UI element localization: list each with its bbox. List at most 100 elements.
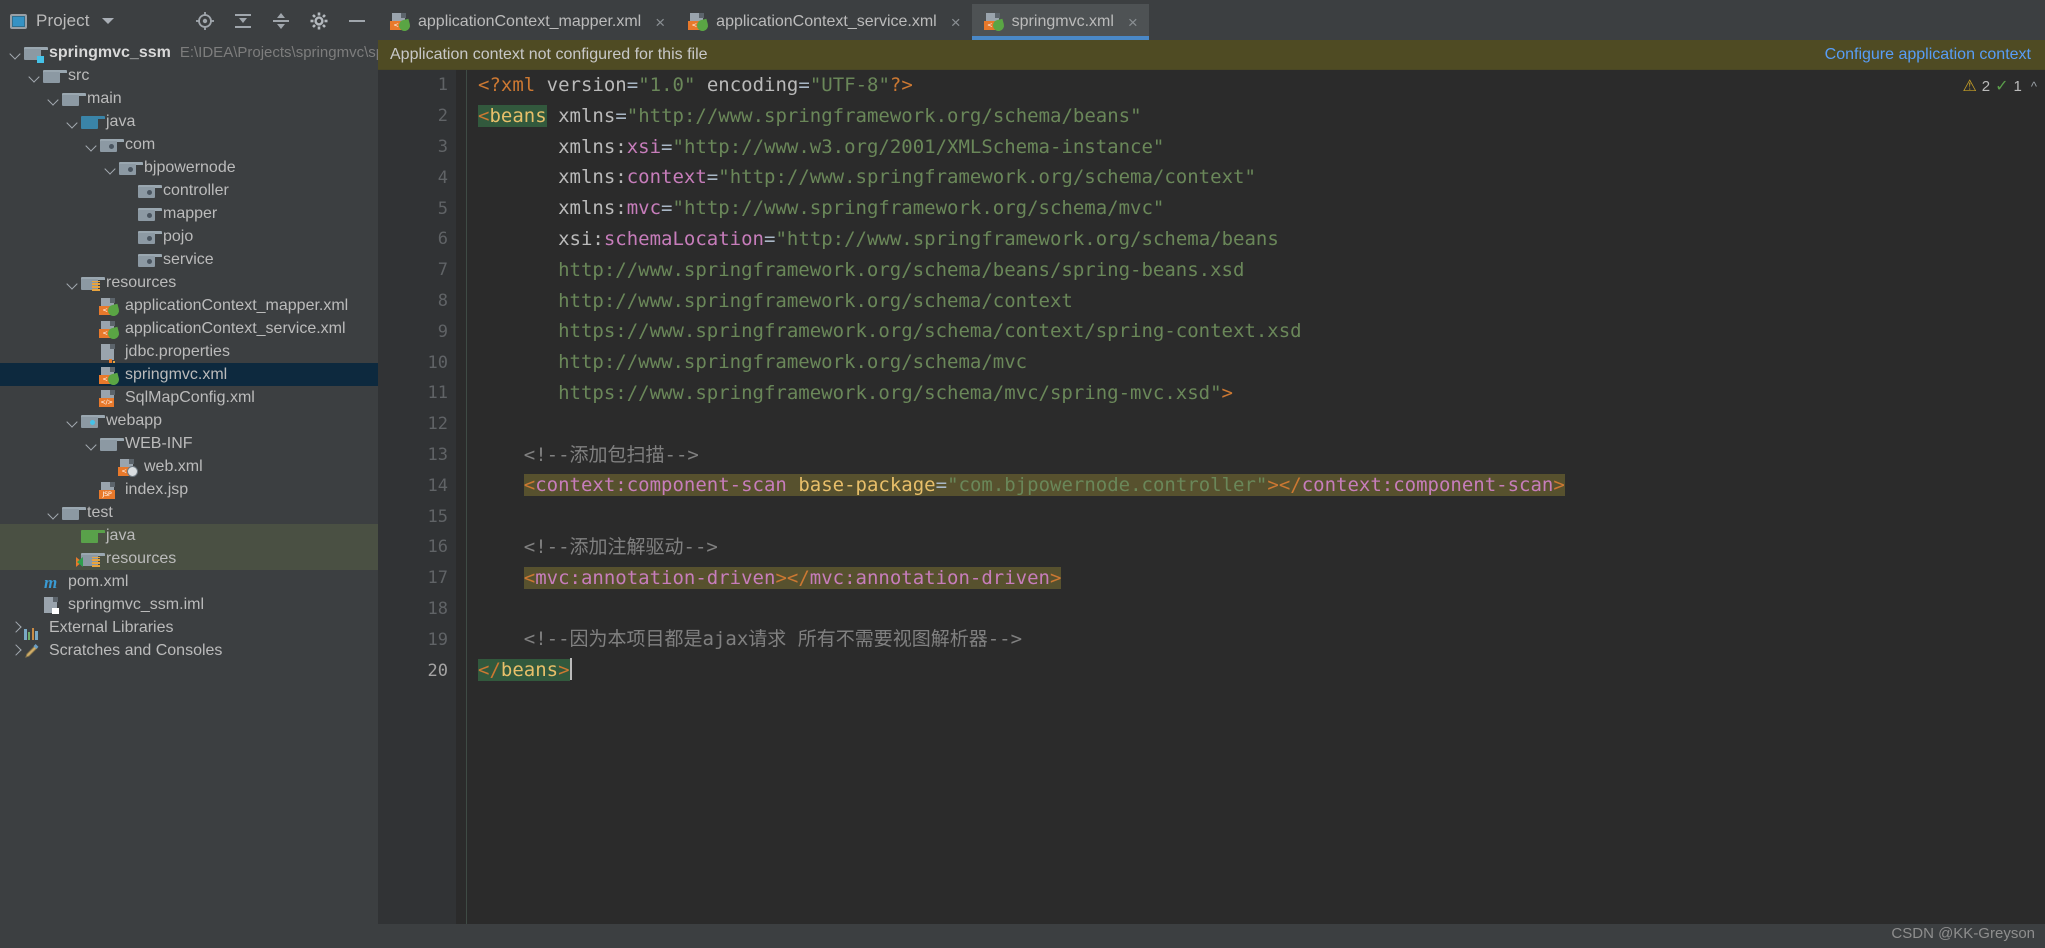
chevron-down-icon[interactable] [46, 501, 61, 524]
tree-item-applicationcontext-service-xml[interactable]: < applicationContext_service.xml [0, 317, 378, 340]
editor-tab-springmvc[interactable]: < springmvc.xml × [971, 4, 1150, 40]
chevron-down-icon[interactable] [103, 156, 118, 179]
editor-tab-applicationcontext_service[interactable]: < applicationContext_service.xml × [676, 4, 971, 40]
hide-panel-icon[interactable] [346, 10, 368, 32]
tree-item-pom-xml[interactable]: m pom.xml [0, 570, 378, 593]
close-icon[interactable]: × [951, 14, 961, 31]
main-body: Project springmvc_ssm E:\IDEA\Projects\s… [0, 4, 2045, 948]
project-tree[interactable]: springmvc_ssm E:\IDEA\Projects\springmvc\… [0, 38, 378, 948]
tree-item-springmvc-ssm-iml[interactable]: springmvc_ssm.iml [0, 593, 378, 616]
close-icon[interactable]: × [1128, 14, 1138, 31]
tree-item-service[interactable]: service [0, 248, 378, 271]
tree-item-resources[interactable]: resources [0, 547, 378, 570]
tree-item-applicationcontext-mapper-xml[interactable]: < applicationContext_mapper.xml [0, 294, 378, 317]
tree-item-web-xml[interactable]: < web.xml [0, 455, 378, 478]
chevron-down-icon[interactable] [65, 409, 80, 432]
close-icon[interactable]: × [655, 14, 665, 31]
configure-application-context-link[interactable]: Configure application context [1825, 46, 2031, 64]
line-number-10[interactable]: 10 [378, 347, 456, 378]
line-number-14[interactable]: 14 [378, 470, 456, 501]
tree-item-external-libraries[interactable]: External Libraries [0, 616, 378, 640]
module-folder-icon [24, 46, 48, 63]
line-number-13[interactable]: 13 [378, 440, 456, 471]
line-number-15[interactable]: 15 [378, 501, 456, 532]
indent-guide [466, 70, 467, 924]
line-number-17[interactable]: 17 [378, 563, 456, 594]
editor-tab-applicationcontext_mapper[interactable]: < applicationContext_mapper.xml × [378, 4, 676, 40]
line-number-6[interactable]: 6 [378, 224, 456, 255]
tree-item-java[interactable]: java [0, 524, 378, 547]
line-number-3[interactable]: 3 [378, 132, 456, 163]
project-panel-header: Project [0, 4, 378, 38]
tree-item-main[interactable]: main [0, 87, 378, 110]
chevron-down-icon[interactable] [8, 41, 23, 64]
code-content[interactable]: <?xml version="1.0" encoding="UTF-8"?> <… [456, 70, 2045, 924]
tree-item-springmvc-ssm[interactable]: springmvc_ssm E:\IDEA\Projects\springmvc\… [0, 41, 378, 64]
line-number-7[interactable]: 7 [378, 255, 456, 286]
tree-item-pojo[interactable]: pojo [0, 225, 378, 248]
line-number-18[interactable]: 18 [378, 594, 456, 625]
spring-xml-icon: < [688, 13, 710, 33]
tree-item-controller[interactable]: controller [0, 179, 378, 202]
chevron-right-icon[interactable] [8, 639, 23, 662]
chevron-down-icon[interactable] [65, 271, 80, 294]
locate-icon[interactable] [194, 10, 216, 32]
line-number-1[interactable]: 1 [378, 70, 456, 101]
line-number-2[interactable]: 2 [378, 101, 456, 132]
tree-item-jdbc-properties[interactable]: jdbc.properties [0, 340, 378, 368]
chevron-down-icon[interactable] [84, 432, 99, 455]
maven-pom-icon: m [44, 572, 58, 592]
tree-item-index-jsp[interactable]: JSP index.jsp [0, 478, 378, 501]
chevron-down-icon[interactable] [101, 18, 114, 24]
line-number-11[interactable]: 11 [378, 378, 456, 409]
tree-item-scratches-and-consoles[interactable]: Scratches and Consoles [0, 639, 378, 662]
line-number-8[interactable]: 8 [378, 286, 456, 317]
warning-count: 2 [1981, 77, 1991, 95]
code-line-14: <context:component-scan base-package="co… [523, 474, 1565, 497]
tree-item-java[interactable]: java [0, 110, 378, 133]
inspection-widget[interactable]: ⚠ 2 ✓ 1 ^ [1962, 76, 2037, 96]
line-number-16[interactable]: 16 [378, 532, 456, 563]
chevron-down-icon[interactable] [84, 133, 99, 156]
tree-item-sqlmapconfig-xml[interactable]: </> SqlMapConfig.xml [0, 386, 378, 409]
line-number-19[interactable]: 19 [378, 624, 456, 655]
line-number-12[interactable]: 12 [378, 409, 456, 440]
tree-item-bjpowernode[interactable]: bjpowernode [0, 156, 378, 179]
tree-item-web-inf[interactable]: WEB-INF [0, 432, 378, 455]
chevron-right-icon[interactable] [8, 616, 23, 639]
line-number-4[interactable]: 4 [378, 162, 456, 193]
line-number-20[interactable]: 20 [378, 655, 456, 686]
tree-item-icon [23, 44, 48, 63]
code-editor[interactable]: 1 2 3 4 5 6 7 8 9 10 11 12 13 14 15 16 17 18 19 20 <?xml ve… [378, 70, 2045, 924]
tree-item-test[interactable]: test [0, 501, 378, 524]
line-number-5[interactable]: 5 [378, 193, 456, 224]
tree-item-src[interactable]: src [0, 64, 378, 87]
tree-item-icon [23, 619, 43, 640]
chevron-up-icon[interactable]: ^ [2031, 79, 2037, 94]
spring-xml-file-icon: < [99, 297, 121, 317]
tree-item-label: SqlMapConfig.xml [125, 389, 255, 406]
tree-item-springmvc-xml[interactable]: < springmvc.xml [0, 363, 378, 386]
expand-icon[interactable] [270, 10, 292, 32]
chevron-down-icon[interactable] [27, 64, 42, 87]
tree-item-com[interactable]: com [0, 133, 378, 156]
warning-triangle-icon: ⚠ [1962, 78, 1977, 95]
collapse-all-icon[interactable] [232, 10, 254, 32]
settings-gear-icon[interactable] [308, 10, 330, 32]
tree-item-webapp[interactable]: webapp [0, 409, 378, 432]
line-number-9[interactable]: 9 [378, 316, 456, 347]
tree-item-mapper[interactable]: mapper [0, 202, 378, 225]
line-number-gutter[interactable]: 1 2 3 4 5 6 7 8 9 10 11 12 13 14 15 16 17 18 19 20 [378, 70, 456, 924]
chevron-down-icon[interactable] [65, 110, 80, 133]
tree-item-resources[interactable]: resources [0, 271, 378, 294]
chevron-down-icon[interactable] [46, 87, 61, 110]
tree-item-label: java [106, 113, 136, 130]
